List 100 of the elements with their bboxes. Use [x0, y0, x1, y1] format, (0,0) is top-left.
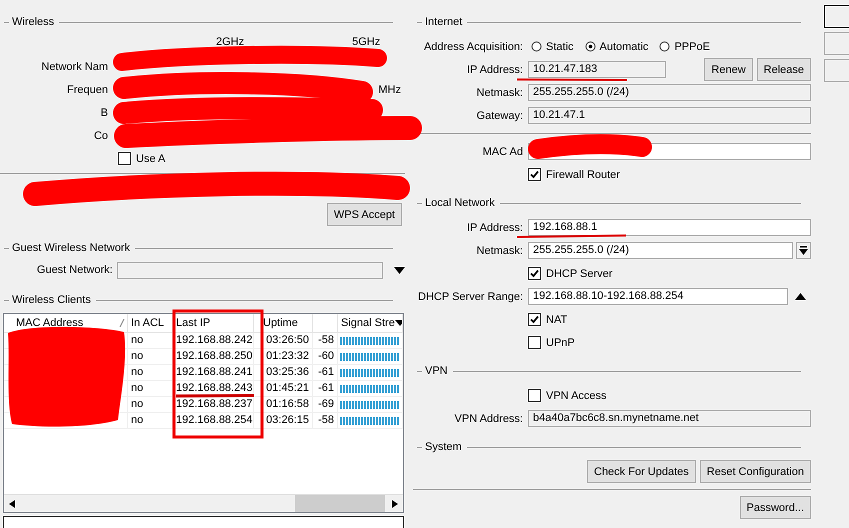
input-field[interactable]: 192.168.88.1: [528, 219, 811, 236]
input-field[interactable]: 10.21.47.1: [528, 107, 811, 124]
table-cell: -60: [313, 349, 338, 364]
button[interactable]: Release: [756, 58, 811, 81]
table-cell: no: [128, 413, 173, 428]
field-label: IP Address:: [466, 222, 523, 234]
unit-label: MHz: [378, 84, 401, 96]
dropdown-arrow-icon[interactable]: [394, 266, 405, 274]
signal-bars-icon: [340, 336, 400, 346]
table-cell: 192.168.88.254: [173, 413, 254, 428]
input-field[interactable]: 255.255.255.0 (/24): [528, 242, 793, 259]
checkbox-label: NAT: [546, 314, 568, 326]
radio-button[interactable]: [659, 41, 670, 52]
checkbox-label: UPnP: [546, 336, 575, 348]
field-label: IP Address:: [466, 64, 523, 76]
table-cell: -58: [313, 333, 338, 348]
field-label: VPN Address:: [454, 412, 523, 424]
field-label: Netmask:: [476, 244, 523, 256]
field-label: DHCP Server Range:: [417, 290, 523, 302]
band-label: 5GHz: [352, 36, 380, 50]
checkbox-label: DHCP Server: [546, 268, 612, 280]
section-title: VPN: [425, 365, 448, 377]
field-label: Address Acquisition:: [422, 40, 523, 52]
input-field[interactable]: b4a40a7bc6c8.sn.mynetname.net: [528, 410, 811, 427]
signal-bars-icon: [340, 400, 400, 410]
checkbox-label: Use A: [136, 152, 166, 164]
field-label: MAC Ad: [482, 146, 523, 158]
table-cell: -61: [313, 381, 338, 396]
signal-bars-icon: [340, 368, 400, 378]
table-cell: no: [128, 349, 173, 364]
table-cell: -58: [313, 413, 338, 428]
signal-bars-icon: [340, 416, 400, 426]
table-cell: 192.168.88.242: [173, 333, 254, 348]
table-cell: 192.168.88.250: [173, 349, 254, 364]
column-title: In ACL: [131, 317, 164, 329]
button[interactable]: Reset Configuration: [700, 460, 811, 483]
section-title: Wireless Clients: [12, 294, 91, 306]
radio-button[interactable]: [584, 41, 596, 52]
table-cell: 03:26:50: [254, 333, 313, 348]
column-header[interactable]: Signal Stre: [338, 314, 403, 332]
column-title: Last IP: [176, 317, 210, 329]
checkbox[interactable]: [528, 267, 541, 280]
field-label: Netmask:: [476, 86, 523, 98]
horizontal-scrollbar[interactable]: [4, 494, 403, 512]
radio-label: Automatic: [600, 40, 648, 52]
checkbox[interactable]: [528, 168, 541, 181]
table-cell: 192.168.88.243: [173, 381, 254, 396]
radio-label: Static: [546, 40, 574, 52]
column-header[interactable]: Last IP: [173, 314, 254, 332]
table-cell: 03:25:36: [254, 365, 313, 380]
input-field[interactable]: 192.168.88.10-192.168.88.254: [528, 288, 788, 305]
table-cell: no: [128, 333, 173, 348]
table-cell: 01:45:21: [254, 381, 313, 396]
checkbox[interactable]: [528, 336, 541, 349]
column-header[interactable]: Uptime: [254, 314, 313, 332]
button[interactable]: Renew: [704, 58, 753, 81]
triangle-up-icon[interactable]: [795, 293, 806, 300]
table-cell: -69: [313, 397, 338, 412]
column-title: Uptime: [263, 317, 298, 329]
radio-label: PPPoE: [674, 40, 710, 52]
section-title: Wireless: [12, 16, 54, 28]
signal-bars-icon: [340, 352, 400, 362]
section-title: Local Network: [425, 197, 495, 209]
table-cell: no: [128, 381, 173, 396]
input-field[interactable]: 255.255.255.0 (/24): [528, 84, 811, 101]
scroll-left-icon[interactable]: [9, 500, 17, 508]
column-title: MAC Address: [16, 317, 84, 329]
button[interactable]: Check For Updates: [587, 460, 696, 483]
checkbox-label: VPN Access: [546, 390, 607, 402]
column-title: Signal Stre: [341, 317, 395, 329]
section-title: Internet: [425, 16, 462, 28]
radio-button[interactable]: [531, 41, 542, 52]
scroll-right-icon[interactable]: [390, 500, 398, 508]
field-label: Frequen: [66, 84, 108, 96]
table-cell: 192.168.88.237: [173, 397, 254, 412]
table-cell: no: [128, 397, 173, 412]
checkbox[interactable]: [118, 152, 131, 165]
table-cell: 01:23:32: [254, 349, 313, 364]
guest-network-field[interactable]: [116, 262, 384, 278]
section-title: System: [425, 441, 462, 453]
side-button[interactable]: [824, 5, 849, 28]
checkbox[interactable]: [528, 389, 541, 402]
input-field[interactable]: 10.21.47.183: [528, 61, 666, 78]
table-cell: 03:26:15: [254, 413, 313, 428]
table-cell: 192.168.88.241: [173, 365, 254, 380]
dropdown-arrow-icon[interactable]: [394, 320, 402, 326]
table-cell: -61: [313, 365, 338, 380]
signal-bars-icon: [340, 384, 400, 394]
scrollbar-thumb[interactable]: [295, 495, 385, 512]
section-title: Guest Wireless Network: [12, 242, 130, 254]
field-label: B: [100, 106, 108, 118]
dropdown-arrow-icon[interactable]: [799, 246, 808, 255]
checkbox[interactable]: [528, 313, 541, 326]
wps-accept-button[interactable]: WPS Accept: [326, 203, 402, 226]
button[interactable]: Password...: [740, 496, 811, 519]
column-header[interactable]: In ACL: [128, 314, 173, 332]
text-field[interactable]: [3, 516, 404, 528]
field-label: Guest Network:: [36, 264, 113, 276]
dropdown-button[interactable]: [796, 242, 811, 259]
table-cell: no: [128, 365, 173, 380]
